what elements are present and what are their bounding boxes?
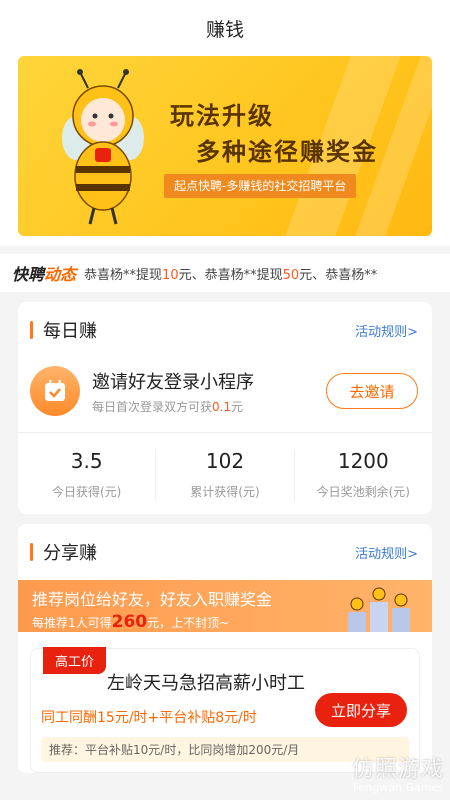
invite-button[interactable]: 去邀请: [326, 373, 418, 409]
ticker-item-amount: 10: [162, 267, 179, 283]
share-rules-link[interactable]: 活动规则>: [355, 543, 418, 562]
ticker-logo-b: 动态: [44, 265, 77, 284]
stat-total: 102 累计获得(元): [156, 449, 295, 500]
stat-label: 今日奖池剩余(元): [316, 485, 410, 499]
share-sub-prefix: 每推荐1人可得: [32, 616, 112, 630]
ticker-logo-a: 快聘: [12, 265, 45, 284]
invite-text: 邀请好友登录小程序 每日首次登录双方可获0.1元: [92, 368, 326, 415]
ticker-item-prefix: 恭喜杨**提现: [204, 267, 283, 283]
invite-sub-amount: 0.1: [212, 399, 232, 414]
invite-title: 邀请好友登录小程序: [92, 371, 254, 393]
stat-today: 3.5 今日获得(元): [18, 449, 157, 500]
share-earn-card: 分享赚 活动规则> 推荐岗位给好友，好友入职赚奖金 每推荐1人可得260元，上不…: [18, 524, 432, 773]
ticker-item-suffix: 元、: [178, 267, 205, 283]
bee-podium-icon: [348, 587, 410, 632]
news-ticker[interactable]: 快聘动态 恭喜杨**提现10元、恭喜杨**提现50元、恭喜杨**: [0, 254, 450, 292]
ticker-item-amount: 50: [282, 267, 300, 283]
banner-headline-2: 多种途径赚奖金: [196, 138, 378, 166]
ticker-item-prefix: 恭喜杨**提现: [84, 267, 163, 283]
watermark-main: 仿照游戏: [351, 757, 444, 782]
promo-banner[interactable]: 玩法升级 多种途径赚奖金 起点快聘-多赚钱的社交招聘平台: [18, 56, 432, 236]
job-title: 左岭天马急招高薪小时工: [107, 673, 305, 694]
daily-rules-link[interactable]: 活动规则>: [355, 321, 418, 340]
share-banner: 推荐岗位给好友，好友入职赚奖金 每推荐1人可得260元，上不封顶~: [18, 580, 432, 632]
invite-task-row: 邀请好友登录小程序 每日首次登录双方可获0.1元 去邀请: [18, 358, 432, 433]
job-tag-badge: 高工价: [43, 647, 107, 674]
stat-value: 102: [205, 449, 245, 473]
ticker-logo: 快聘动态: [12, 261, 76, 285]
stat-value: 3.5: [70, 449, 103, 473]
share-card-header: 分享赚 活动规则>: [18, 524, 432, 580]
daily-earn-card: 每日赚 活动规则> 邀请好友登录小程序 每日首次登录双方可获0.1元 去邀请 3…: [18, 302, 432, 514]
ticker-item-suffix: 元、: [299, 267, 326, 283]
invite-sub-suffix: 元: [231, 399, 244, 414]
earn-page: 赚钱 玩法升级 多种途径赚奖金 起点快聘-多赚钱的社交招聘平台 快聘动态 恭喜杨…: [0, 0, 450, 800]
watermark: 仿照游戏 Fengwan Games: [352, 751, 444, 794]
stat-label: 今日获得(元): [51, 485, 122, 499]
share-card-title: 分享赚: [30, 539, 97, 565]
page-title: 赚钱: [205, 18, 244, 41]
share-sub-suffix: 元，上不封顶~: [147, 616, 230, 630]
ticker-text: 恭喜杨**提现10元、恭喜杨**提现50元、恭喜杨**: [84, 264, 377, 283]
invite-sub-prefix: 每日首次登录双方可获: [92, 399, 213, 414]
header: 赚钱: [0, 0, 450, 56]
watermark-sub: Fengwan Games: [352, 781, 444, 794]
invite-subtitle: 每日首次登录双方可获0.1元: [92, 398, 326, 415]
calendar-check-icon: [30, 366, 80, 416]
share-sub-amount: 260: [111, 612, 148, 632]
stat-pool: 1200 今日奖池剩余(元): [295, 449, 432, 500]
stat-value: 1200: [337, 449, 389, 473]
ticker-item-prefix: 恭喜杨**: [325, 267, 378, 283]
share-now-button[interactable]: 立即分享: [315, 693, 407, 727]
daily-card-header: 每日赚 活动规则>: [18, 302, 432, 358]
daily-card-title: 每日赚: [30, 317, 97, 343]
bee-mascot-icon: [62, 69, 144, 225]
banner-tagline: 起点快聘-多赚钱的社交招聘平台: [164, 174, 357, 198]
banner-wrap: 玩法升级 多种途径赚奖金 起点快聘-多赚钱的社交招聘平台: [0, 56, 450, 246]
earnings-stats: 3.5 今日获得(元) 102 累计获得(元) 1200 今日奖池剩余(元): [18, 433, 432, 514]
banner-headline-1: 玩法升级: [170, 102, 274, 130]
stat-label: 累计获得(元): [190, 485, 260, 499]
